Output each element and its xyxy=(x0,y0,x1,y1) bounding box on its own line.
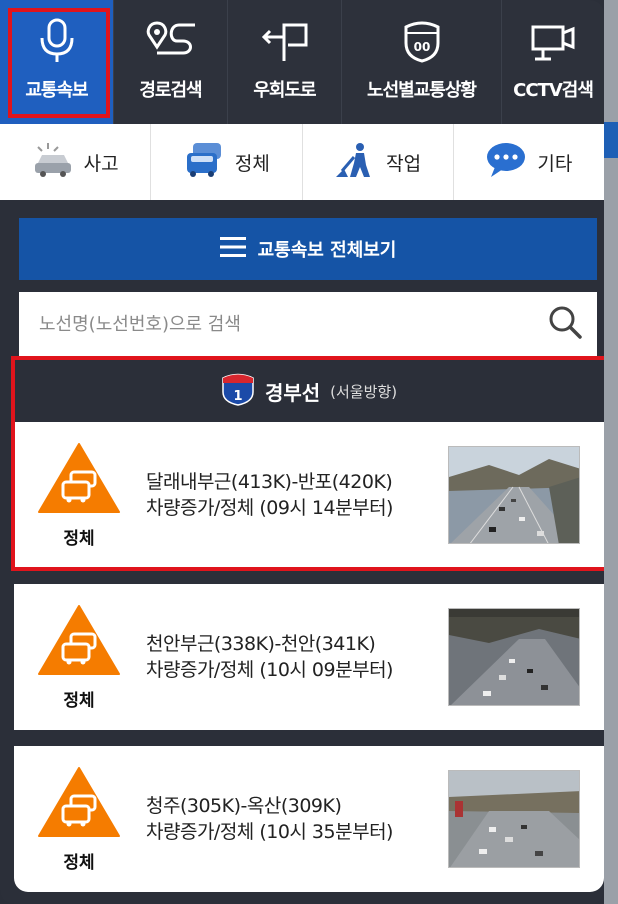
incident-info: 청주(305K)-옥산(309K) 차량증가/정체 (10시 35분부터) xyxy=(144,793,448,845)
svg-text:00: 00 xyxy=(413,40,430,54)
tab-label: 노선별교통상황 xyxy=(367,80,477,101)
incident-status: 차량증가/정체 (09시 14분부터) xyxy=(146,497,393,519)
incident-type-badge: 정체 xyxy=(14,766,144,873)
category-bar: 사고 정체 작업 기타 xyxy=(0,124,604,200)
incident-info: 달래내부근(413K)-반포(420K) 차량증가/정체 (09시 14분부터) xyxy=(144,469,448,521)
route-header: 1 경부선 (서울방향) xyxy=(14,360,604,422)
cctv-thumbnail[interactable] xyxy=(448,446,580,544)
category-other[interactable]: 기타 xyxy=(454,124,604,200)
search-button[interactable] xyxy=(533,292,597,356)
incident-type: 정체 xyxy=(63,690,95,711)
route-search-input[interactable] xyxy=(19,292,533,356)
category-label: 정체 xyxy=(234,152,270,175)
tab-cctv-search[interactable]: CCTV검색 xyxy=(502,0,604,124)
category-congestion[interactable]: 정체 xyxy=(151,124,303,200)
route-search-bar xyxy=(19,292,597,356)
congestion-warning-icon xyxy=(37,604,121,680)
incident-type-badge: 정체 xyxy=(14,442,144,549)
incident-card[interactable]: 정체 청주(305K)-옥산(309K) 차량증가/정체 (10시 35분부터) xyxy=(14,746,604,892)
route-name: 경부선 xyxy=(264,380,321,405)
tab-detour[interactable]: 우회도로 xyxy=(228,0,342,124)
category-label: 기타 xyxy=(537,152,573,175)
congestion-warning-icon xyxy=(37,442,121,518)
microphone-icon xyxy=(27,18,87,64)
incident-info: 천안부근(338K)-천안(341K) 차량증가/정체 (10시 09분부터) xyxy=(144,631,448,683)
incident-type-badge: 정체 xyxy=(14,604,144,711)
congestion-warning-icon xyxy=(37,766,121,842)
cctv-thumbnail[interactable] xyxy=(448,608,580,706)
cctv-camera-icon xyxy=(523,18,583,64)
cctv-thumbnail[interactable] xyxy=(448,770,580,868)
incident-type: 정체 xyxy=(63,528,95,549)
roadwork-worker-icon xyxy=(334,141,376,183)
incident-location: 달래내부근(413K)-반포(420K) xyxy=(146,471,393,493)
incident-card[interactable]: 정체 달래내부근(413K)-반포(420K) 차량증가/정체 (09시 14분… xyxy=(14,422,604,568)
route-icon xyxy=(141,18,201,64)
route-direction: (서울방향) xyxy=(330,382,398,401)
incident-status: 차량증가/정체 (10시 09분부터) xyxy=(146,659,393,681)
chat-bubble-icon xyxy=(485,141,527,183)
app-frame: 교통속보 경로검색 우회도로 00 노선별교통상황 CCTV검색 사고 정체 작… xyxy=(0,0,604,904)
tab-label: CCTV검색 xyxy=(513,80,594,101)
incident-location: 청주(305K)-옥산(309K) xyxy=(146,795,342,817)
route-shield-icon: 1 xyxy=(221,372,255,410)
tab-label: 우회도로 xyxy=(253,80,316,101)
scrollbar-track xyxy=(604,0,618,904)
congestion-cars-icon xyxy=(183,141,225,183)
category-label: 작업 xyxy=(386,152,422,175)
category-accident[interactable]: 사고 xyxy=(0,124,152,200)
category-label: 사고 xyxy=(83,152,119,175)
tab-label: 교통속보 xyxy=(25,80,88,101)
svg-text:1: 1 xyxy=(233,389,242,404)
tab-traffic-news[interactable]: 교통속보 xyxy=(0,0,114,124)
tab-label: 경로검색 xyxy=(139,80,202,101)
detour-arrow-icon xyxy=(255,18,315,64)
view-all-news-button[interactable]: 교통속보 전체보기 xyxy=(19,218,597,280)
incident-status: 차량증가/정체 (10시 35분부터) xyxy=(146,821,393,843)
search-icon xyxy=(548,305,582,343)
incident-card[interactable]: 정체 천안부근(338K)-천안(341K) 차량증가/정체 (10시 09분부… xyxy=(14,584,604,730)
accident-car-icon xyxy=(32,141,74,183)
top-navigation: 교통속보 경로검색 우회도로 00 노선별교통상황 CCTV검색 xyxy=(0,0,604,124)
view-all-label: 교통속보 전체보기 xyxy=(257,240,397,261)
incident-type: 정체 xyxy=(63,852,95,873)
scrollbar-thumb[interactable] xyxy=(604,122,618,158)
tab-route-search[interactable]: 경로검색 xyxy=(114,0,228,124)
incident-location: 천안부근(338K)-천안(341K) xyxy=(146,633,376,655)
highway-shield-icon: 00 xyxy=(392,18,452,64)
category-roadwork[interactable]: 작업 xyxy=(303,124,454,200)
tab-route-traffic[interactable]: 00 노선별교통상황 xyxy=(342,0,502,124)
menu-icon xyxy=(219,236,246,262)
